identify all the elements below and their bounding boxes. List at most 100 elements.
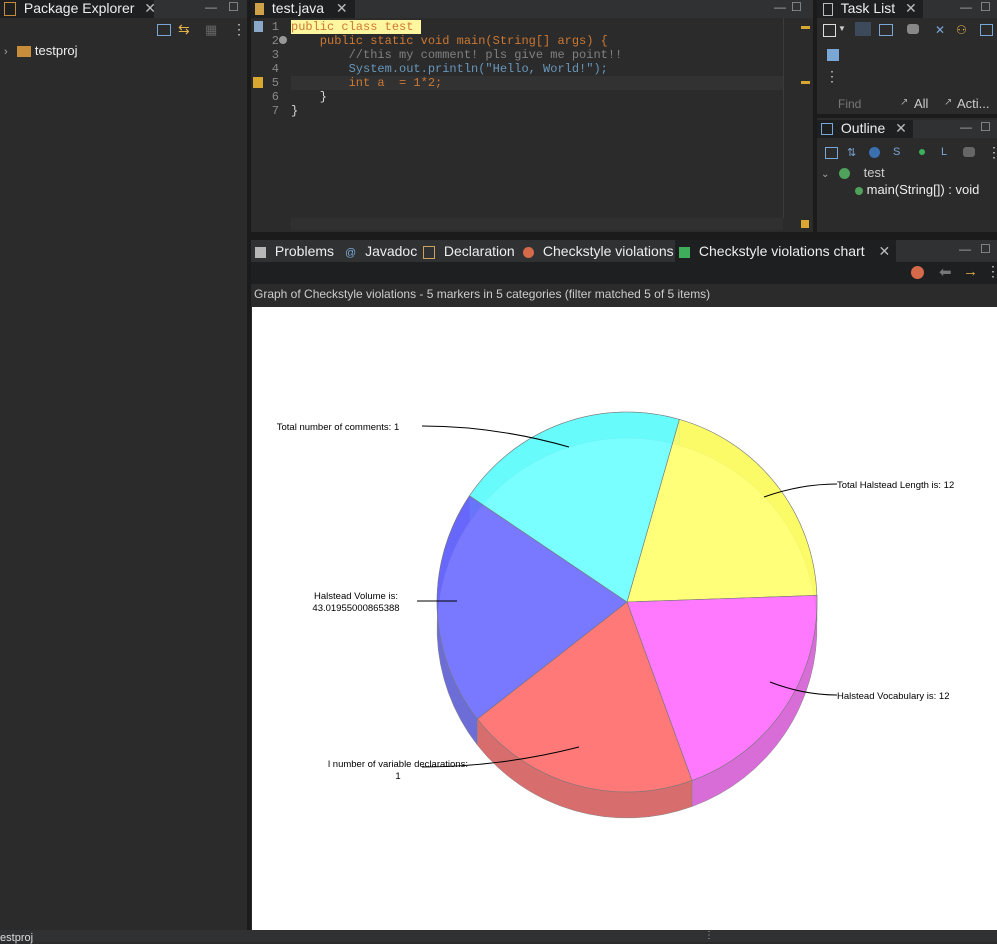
- slice-label: Total number of comments: 1: [277, 422, 400, 433]
- minimize-icon[interactable]: —: [960, 120, 972, 134]
- code-line[interactable]: public static void main(String[] args) {: [291, 34, 608, 48]
- close-icon[interactable]: ✕: [879, 243, 891, 259]
- outline-icon: [821, 123, 833, 136]
- tree-item-project[interactable]: › testproj: [4, 43, 78, 59]
- forward-arrow-icon[interactable]: →: [963, 263, 978, 280]
- link-editor-icon[interactable]: ⇆: [178, 21, 190, 38]
- arrow-icon[interactable]: ↗: [944, 97, 952, 108]
- maximize-icon[interactable]: ☐: [980, 120, 991, 134]
- bottom-tabbar: Problems @ Javadoc Declaration Checkstyl…: [251, 240, 997, 262]
- close-icon[interactable]: ✕: [336, 0, 348, 16]
- task-outline-divider: [817, 114, 997, 118]
- task-list-tabbar: Task List ✕ — ☐: [817, 0, 997, 18]
- minimize-icon[interactable]: —: [205, 0, 217, 14]
- warning-marker[interactable]: [801, 26, 810, 29]
- tab-editor-label: test.java: [271, 0, 325, 16]
- minimize-icon[interactable]: —: [774, 0, 786, 14]
- tab-checkstyle-violations[interactable]: Checkstyle violations: [523, 240, 674, 262]
- outline-item-method[interactable]: main(String[]) : void: [855, 182, 979, 197]
- sync-icon[interactable]: [827, 49, 839, 61]
- pie-chart: Total Halstead Length is: 12 Halstead Voc…: [277, 411, 954, 819]
- slice-label: 43.01955000865388: [312, 603, 399, 614]
- new-task-icon[interactable]: [823, 24, 836, 37]
- hide-completed-icon[interactable]: [907, 24, 919, 34]
- code-line[interactable]: public class test: [291, 20, 421, 34]
- scheduled-icon[interactable]: [879, 24, 893, 36]
- collapse-all-icon[interactable]: [157, 24, 171, 36]
- code-line[interactable]: int a = 1*2;: [291, 76, 443, 90]
- slice-label: 1: [395, 771, 400, 782]
- focus-icon[interactable]: [963, 147, 975, 157]
- chart-summary-bar: Graph of Checkstyle violations - 5 marke…: [251, 284, 997, 306]
- outline-tabbar: Outline ✕ — ☐: [817, 120, 997, 138]
- tab-declaration[interactable]: Declaration: [423, 240, 515, 262]
- back-arrow-icon[interactable]: ⬅: [939, 263, 952, 281]
- collapse-icon[interactable]: [980, 24, 993, 36]
- view-menu-icon[interactable]: ⋮: [987, 144, 997, 161]
- close-icon[interactable]: ✕: [895, 120, 907, 136]
- slice-label: Total Halstead Length is: 12: [837, 480, 954, 491]
- view-menu-icon[interactable]: ⋮: [825, 68, 839, 85]
- tab-problems-label: Problems: [274, 243, 335, 259]
- package-explorer-icon: [4, 2, 16, 17]
- warning-marker[interactable]: [801, 81, 810, 84]
- filter-icon[interactable]: ▦: [205, 22, 217, 38]
- line-number: 5: [271, 76, 279, 90]
- code-line[interactable]: }: [291, 90, 327, 104]
- code-line[interactable]: //this my comment! pls give me point!!: [291, 48, 623, 62]
- hide-fields-icon[interactable]: [869, 147, 880, 158]
- line-number: 7: [271, 104, 279, 118]
- chart-icon: [679, 246, 690, 258]
- maximize-icon[interactable]: ☐: [228, 0, 239, 14]
- tab-outline[interactable]: Outline ✕: [817, 120, 913, 138]
- find-field[interactable]: Find: [838, 97, 861, 111]
- view-menu-icon[interactable]: ⋮: [232, 21, 246, 38]
- filter-all-link[interactable]: All: [914, 96, 928, 111]
- chevron-down-icon[interactable]: ⌄: [821, 169, 829, 180]
- tab-problems[interactable]: Problems: [255, 240, 334, 262]
- clear-violations-icon[interactable]: [911, 266, 924, 279]
- tab-editor-test-java[interactable]: test.java ✕: [251, 0, 355, 18]
- tab-checkstyle-violations-label: Checkstyle violations: [542, 243, 674, 259]
- hide-non-matching-icon[interactable]: ✕: [935, 23, 945, 37]
- tab-javadoc[interactable]: @ Javadoc: [345, 240, 417, 262]
- hide-static-icon[interactable]: S: [893, 146, 900, 158]
- checkstyle-icon: [523, 246, 534, 258]
- chart-canvas[interactable]: Total Halstead Length is: 12 Halstead Voc…: [252, 307, 997, 930]
- line-number: 1: [271, 20, 279, 34]
- minimize-icon[interactable]: —: [959, 242, 971, 256]
- task-list-body: ▼ ✕ ⚇ ⋮ Find ↗ All ↗ Acti...: [817, 18, 997, 114]
- outline-item-class[interactable]: ⌄ test: [821, 165, 885, 180]
- fold-collapse-icon[interactable]: [279, 36, 287, 44]
- warning-summary-marker[interactable]: [801, 220, 809, 228]
- tab-checkstyle-chart[interactable]: Checkstyle violations chart ✕: [675, 240, 897, 262]
- java-file-icon: [255, 3, 264, 16]
- arrow-icon[interactable]: ↗: [900, 97, 908, 108]
- line-number: 4: [271, 62, 279, 76]
- package-explorer-toolbar: ⇆ ▦ ⋮: [0, 19, 247, 43]
- hide-non-public-icon[interactable]: [919, 149, 925, 155]
- code-line[interactable]: System.out.println("Hello, World!");: [291, 62, 608, 76]
- tab-package-explorer[interactable]: Package Explorer ✕: [0, 0, 156, 18]
- collapse-all-icon[interactable]: [825, 147, 838, 159]
- focus-icon[interactable]: ⚇: [956, 23, 967, 37]
- tab-task-list[interactable]: Task List ✕: [817, 0, 923, 18]
- dropdown-icon[interactable]: ▼: [838, 24, 846, 33]
- outline-class-label: test: [863, 165, 885, 180]
- hide-local-types-icon[interactable]: L: [941, 146, 947, 158]
- chevron-right-icon[interactable]: ›: [4, 46, 8, 58]
- minimize-icon[interactable]: —: [960, 0, 972, 14]
- maximize-icon[interactable]: ☐: [980, 242, 991, 256]
- close-icon[interactable]: ✕: [144, 0, 156, 16]
- categorized-icon[interactable]: [855, 22, 871, 36]
- view-menu-icon[interactable]: ⋮: [986, 263, 997, 280]
- method-icon: [855, 186, 863, 195]
- editor-hscroll[interactable]: [291, 218, 783, 230]
- maximize-icon[interactable]: ☐: [980, 0, 991, 14]
- maximize-icon[interactable]: ☐: [791, 0, 802, 14]
- code-line[interactable]: }: [291, 104, 298, 118]
- close-icon[interactable]: ✕: [905, 0, 917, 16]
- sort-icon[interactable]: ⇅: [847, 146, 856, 159]
- status-menu-icon[interactable]: ⋮: [704, 930, 714, 941]
- filter-activate-link[interactable]: Acti...: [957, 96, 990, 111]
